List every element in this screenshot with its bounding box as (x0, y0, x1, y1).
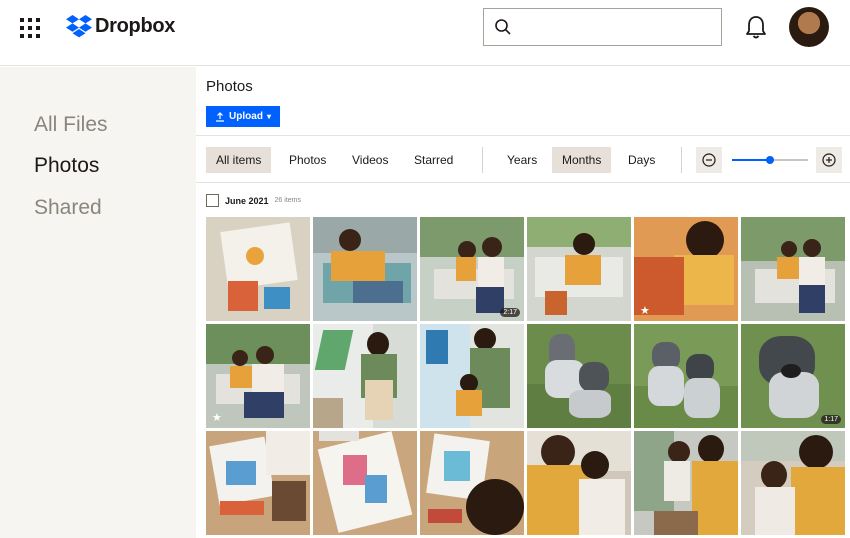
zoom-slider[interactable] (732, 156, 808, 164)
photo-thumbnail[interactable] (206, 217, 310, 321)
scale-months[interactable]: Months (552, 147, 612, 173)
plus-circle-icon (822, 153, 836, 167)
dropbox-logo-icon (66, 15, 92, 38)
photo-thumbnail[interactable] (420, 324, 524, 428)
app-grid-icon[interactable] (20, 18, 40, 38)
filter-all-items[interactable]: All items (206, 147, 272, 173)
sidebar-item-all-files[interactable]: All Files (34, 113, 108, 137)
search-box[interactable] (483, 8, 722, 46)
sidebar: All Files Photos Shared (0, 67, 196, 538)
select-group-checkbox[interactable] (206, 194, 219, 207)
scale-years[interactable]: Years (497, 147, 547, 173)
video-duration: 2:17 (500, 308, 520, 317)
photo-thumbnail[interactable]: 1:17 (741, 324, 845, 428)
filter-starred[interactable]: Starred (404, 147, 463, 173)
upload-icon (216, 111, 225, 122)
photo-thumbnail[interactable] (634, 431, 738, 535)
filter-photos[interactable]: Photos (279, 147, 336, 173)
video-duration: 1:17 (821, 415, 841, 424)
photo-thumbnail[interactable]: 2:17 (420, 217, 524, 321)
toolbar-divider (681, 147, 682, 173)
scale-days[interactable]: Days (618, 147, 665, 173)
top-bar: Dropbox (0, 0, 850, 66)
search-icon (495, 19, 511, 35)
photo-thumbnail[interactable] (313, 217, 417, 321)
group-date-label: June 2021 (225, 195, 269, 206)
zoom-slider-handle[interactable] (766, 156, 774, 164)
photo-thumbnail[interactable] (206, 431, 310, 535)
chevron-down-icon: ▾ (266, 112, 271, 121)
photo-toolbar: All items Photos Videos Starred Years Mo… (196, 135, 850, 183)
dropbox-logo[interactable]: Dropbox (66, 14, 175, 38)
search-input[interactable] (518, 15, 713, 39)
upload-button[interactable]: Upload ▾ (206, 106, 280, 127)
date-group-header: June 2021 26 items (206, 194, 301, 207)
photo-thumbnail[interactable] (634, 324, 738, 428)
photo-thumbnail[interactable] (420, 431, 524, 535)
sidebar-item-shared[interactable]: Shared (34, 196, 102, 220)
avatar[interactable] (789, 7, 829, 47)
photo-thumbnail[interactable] (741, 431, 845, 535)
brand-name: Dropbox (95, 14, 176, 37)
filter-videos[interactable]: Videos (342, 147, 398, 173)
photo-thumbnail[interactable] (313, 324, 417, 428)
group-item-count: 26 items (274, 197, 301, 204)
photo-thumbnail[interactable] (313, 431, 417, 535)
photo-thumbnail[interactable] (527, 324, 631, 428)
photo-thumbnail[interactable] (527, 431, 631, 535)
zoom-out-button[interactable] (696, 147, 722, 173)
photo-thumbnail[interactable]: ★ (206, 324, 310, 428)
zoom-in-button[interactable] (816, 147, 842, 173)
sidebar-item-photos[interactable]: Photos (34, 154, 99, 178)
bell-icon[interactable] (744, 14, 768, 40)
star-icon: ★ (212, 412, 222, 424)
main-content: Photos Upload ▾ All items Photos Videos … (196, 67, 850, 538)
photo-grid: 2:17 ★ ★ 1:17 (206, 217, 845, 535)
photo-thumbnail[interactable]: ★ (634, 217, 738, 321)
toolbar-divider (482, 147, 483, 173)
photo-thumbnail[interactable] (527, 217, 631, 321)
upload-label: Upload (229, 111, 263, 122)
photo-thumbnail[interactable] (741, 217, 845, 321)
star-icon: ★ (640, 305, 650, 317)
zoom-slider-fill (732, 159, 770, 161)
page-title: Photos (206, 78, 253, 95)
minus-circle-icon (702, 153, 716, 167)
